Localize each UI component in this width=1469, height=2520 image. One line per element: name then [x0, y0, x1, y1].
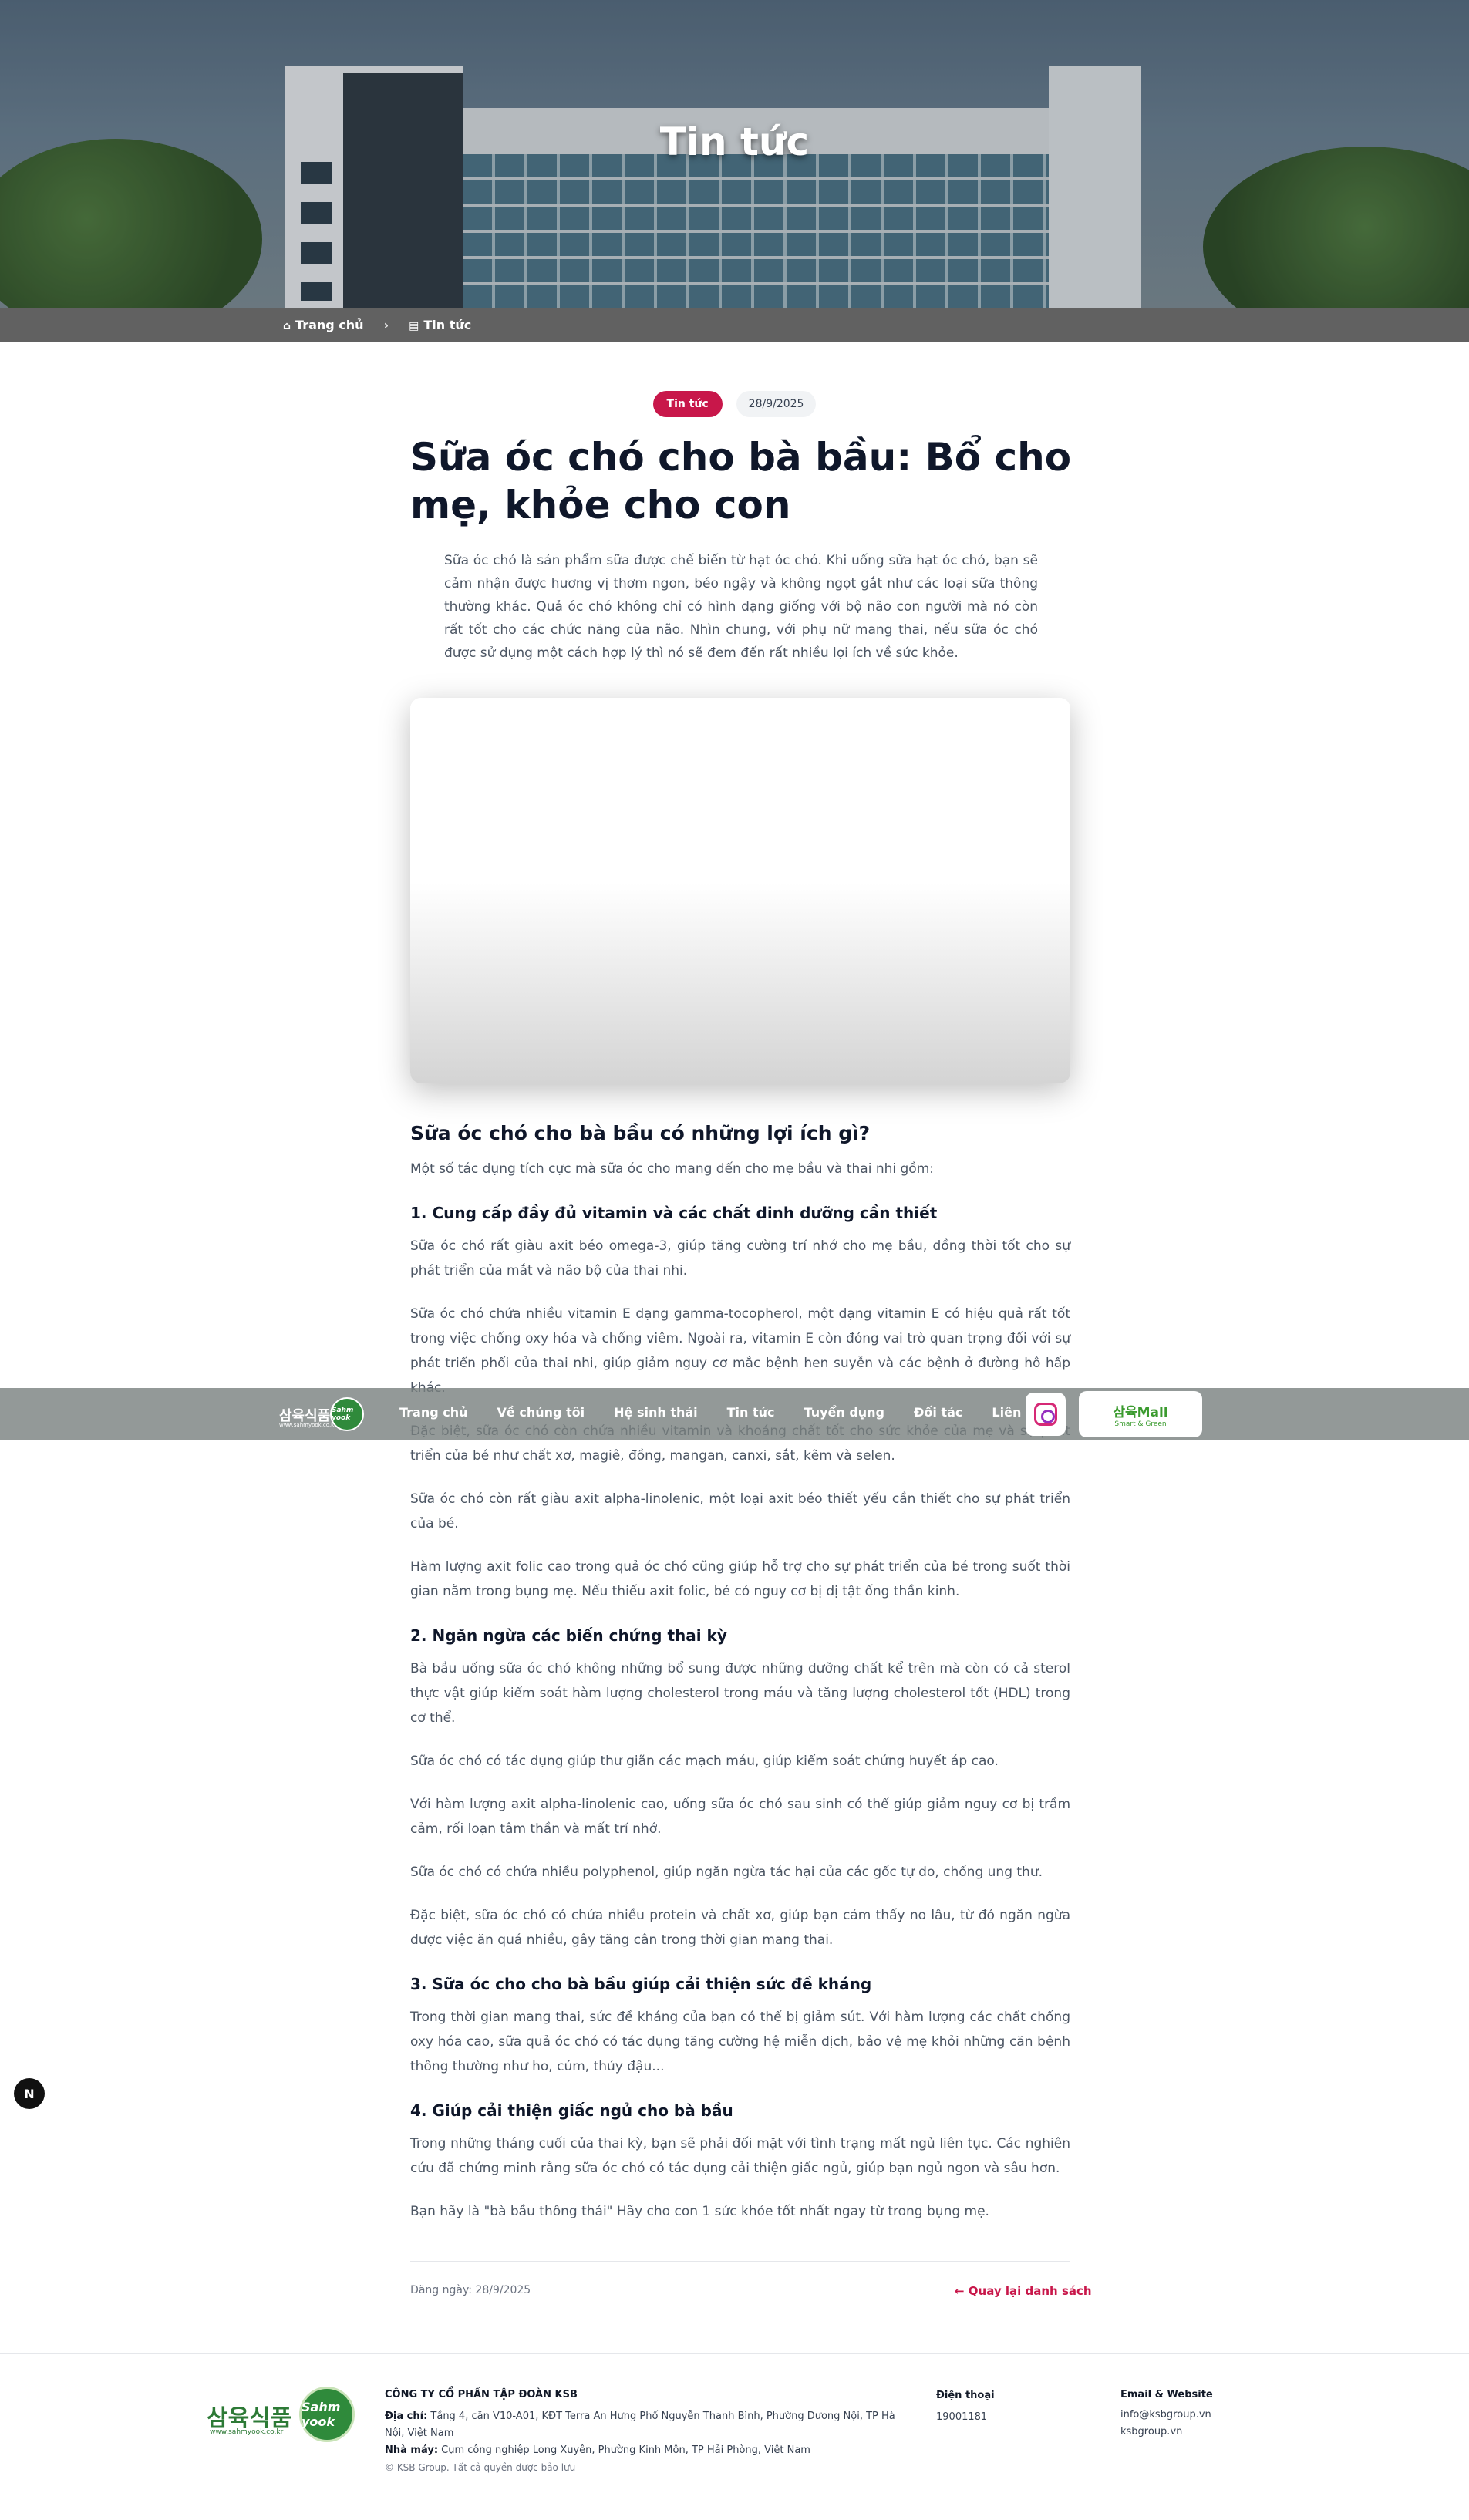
page-title: Tin tức: [659, 120, 810, 164]
paragraph: Một số tác dụng tích cực mà sữa óc cho m…: [410, 1161, 934, 1177]
email-link[interactable]: info@ksbgroup.vn: [1120, 2407, 1213, 2424]
nav-item-partners[interactable]: Đối tác: [914, 1405, 962, 1420]
paragraph: Trong thời gian mang thai, sức đề kháng …: [410, 2010, 1070, 2074]
arrow-left-icon: ←: [955, 2284, 969, 2298]
breadcrumb-home-label: Trang chủ: [295, 318, 364, 332]
site-footer: 삼육식품 www.sahmyook.co.kr Sahm yook CÔNG T…: [0, 2353, 1469, 2520]
nav-item-home[interactable]: Trang chủ: [399, 1405, 468, 1420]
website-link[interactable]: ksbgroup.vn: [1120, 2424, 1213, 2441]
subsection-heading-3: 3. Sữa óc cho cho bà bầu giúp cải thiện …: [410, 1975, 872, 1993]
paragraph: Hàm lượng axit folic cao trong quả óc ch…: [410, 1559, 1070, 1599]
nav-logo-url: www.sahmyook.co.kr: [279, 1422, 337, 1428]
footer-logo-seal: Sahm yook: [299, 2387, 355, 2442]
breadcrumb-current-label: Tin tức: [423, 318, 472, 332]
subsection-heading-4: 4. Giúp cải thiện giấc ngủ cho bà bầu: [410, 2101, 733, 2120]
paragraph: Bà bầu uống sữa óc chó không những bổ su…: [410, 1661, 1070, 1726]
back-to-list-link[interactable]: ← Quay lại danh sách: [955, 2284, 1092, 2298]
hero-banner: Tin tức: [0, 0, 1469, 308]
phone-number[interactable]: 19001181: [936, 2408, 995, 2427]
article-body: Sữa óc chó cho bà bầu có những lợi ích g…: [410, 1118, 1070, 2242]
paragraph: Sữa óc chó còn rất giàu axit alpha-linol…: [410, 1491, 1070, 1531]
article-lead: Sữa óc chó là sản phẩm sữa được chế biến…: [444, 553, 1038, 661]
instagram-button[interactable]: [1026, 1393, 1066, 1436]
mall-tagline: Smart & Green: [1114, 1420, 1167, 1428]
email-heading: Email & Website: [1120, 2389, 1213, 2400]
nav-logo-seal[interactable]: Sahm yook: [330, 1397, 364, 1431]
factory-text: Cụm công nghiệp Long Xuyên, Phường Kinh …: [441, 2444, 810, 2456]
phone-heading: Điện thoại: [936, 2390, 995, 2401]
paragraph: Trong những tháng cuối của thai kỳ, bạn …: [410, 2136, 1070, 2176]
sahmyook-mall-button[interactable]: 삼육Mall Smart & Green: [1079, 1391, 1202, 1437]
paragraph: Sữa óc chó rất giàu axit béo omega-3, gi…: [410, 1238, 1070, 1279]
main-navigation: 삼육식품 www.sahmyook.co.kr Sahm yook Trang …: [0, 1388, 1469, 1440]
section-heading: Sữa óc chó cho bà bầu có những lợi ích g…: [410, 1122, 871, 1144]
company-address: Địa chỉ: Tầng 4, căn V10-A01, KĐT Terra …: [385, 2408, 909, 2442]
article-title: Sữa óc chó cho bà bầu: Bổ cho mẹ, khỏe c…: [410, 435, 1072, 527]
nextjs-indicator-button[interactable]: N: [14, 2078, 45, 2109]
article-image: [410, 698, 1070, 1083]
address-text: Tầng 4, căn V10-A01, KĐT Terra An Hưng P…: [385, 2411, 895, 2439]
home-icon: ⌂: [283, 320, 291, 332]
footer-contact: Email & Website info@ksbgroup.vn ksbgrou…: [1120, 2387, 1213, 2441]
subsection-heading-1: 1. Cung cấp đầy đủ vitamin và các chất d…: [410, 1204, 938, 1222]
paragraph: Bạn hãy là "bà bầu thông thái" Hãy cho c…: [410, 2204, 989, 2219]
document-icon: ▤: [409, 320, 419, 332]
mall-logo-text: 삼육Mall: [1113, 1404, 1168, 1420]
footer-phone: Điện thoại 19001181: [936, 2387, 995, 2427]
breadcrumb: ⌂ Trang chủ › ▤ Tin tức: [283, 318, 471, 332]
back-to-list-label: Quay lại danh sách: [968, 2284, 1092, 2298]
paragraph: Sữa óc chó có chứa nhiều polyphenol, giú…: [410, 1865, 1043, 1880]
breadcrumb-bar: ⌂ Trang chủ › ▤ Tin tức: [0, 308, 1469, 342]
subsection-heading-2: 2. Ngăn ngừa các biến chứng thai kỳ: [410, 1626, 727, 1645]
paragraph: Đặc biệt, sữa óc chó có chứa nhiều prote…: [410, 1908, 1070, 1948]
copyright: © KSB Group. Tất cả quyền được bảo lưu: [385, 2462, 576, 2473]
nav-item-news[interactable]: Tin tức: [727, 1405, 775, 1420]
nav-item-careers[interactable]: Tuyển dụng: [804, 1405, 884, 1420]
factory-label: Nhà máy:: [385, 2444, 439, 2456]
date-badge: 28/9/2025: [736, 391, 817, 417]
chevron-right-icon: ›: [383, 318, 389, 332]
instagram-icon: [1034, 1403, 1057, 1426]
posted-date: Đăng ngày: 28/9/2025: [410, 2284, 531, 2296]
nav-item-about[interactable]: Về chúng tôi: [497, 1405, 585, 1420]
breadcrumb-current: ▤ Tin tức: [409, 318, 471, 332]
address-label: Địa chỉ:: [385, 2411, 428, 2422]
company-info: CÔNG TY CỔ PHẦN TẬP ĐOÀN KSB Địa chỉ: Tầ…: [385, 2387, 909, 2476]
paragraph: Sữa óc chó có tác dụng giúp thư giãn các…: [410, 1754, 999, 1769]
breadcrumb-home[interactable]: ⌂ Trang chủ: [283, 318, 364, 332]
footer-logo-url: www.sahmyook.co.kr: [210, 2428, 284, 2436]
company-factory: Nhà máy: Cụm công nghiệp Long Xuyên, Phư…: [385, 2442, 909, 2459]
nav-item-ecosystem[interactable]: Hệ sinh thái: [614, 1405, 698, 1420]
article-divider: [410, 2261, 1070, 2262]
nav-links: Trang chủ Về chúng tôi Hệ sinh thái Tin …: [399, 1405, 1043, 1420]
paragraph: Với hàm lượng axit alpha-linolenic cao, …: [410, 1797, 1070, 1837]
category-badge[interactable]: Tin tức: [652, 391, 723, 417]
article-meta: Tin tức 28/9/2025: [0, 391, 1469, 417]
paragraph: Sữa óc chó chứa nhiều vitamin E dạng gam…: [410, 1306, 1070, 1396]
company-name: CÔNG TY CỔ PHẦN TẬP ĐOÀN KSB: [385, 2389, 578, 2400]
